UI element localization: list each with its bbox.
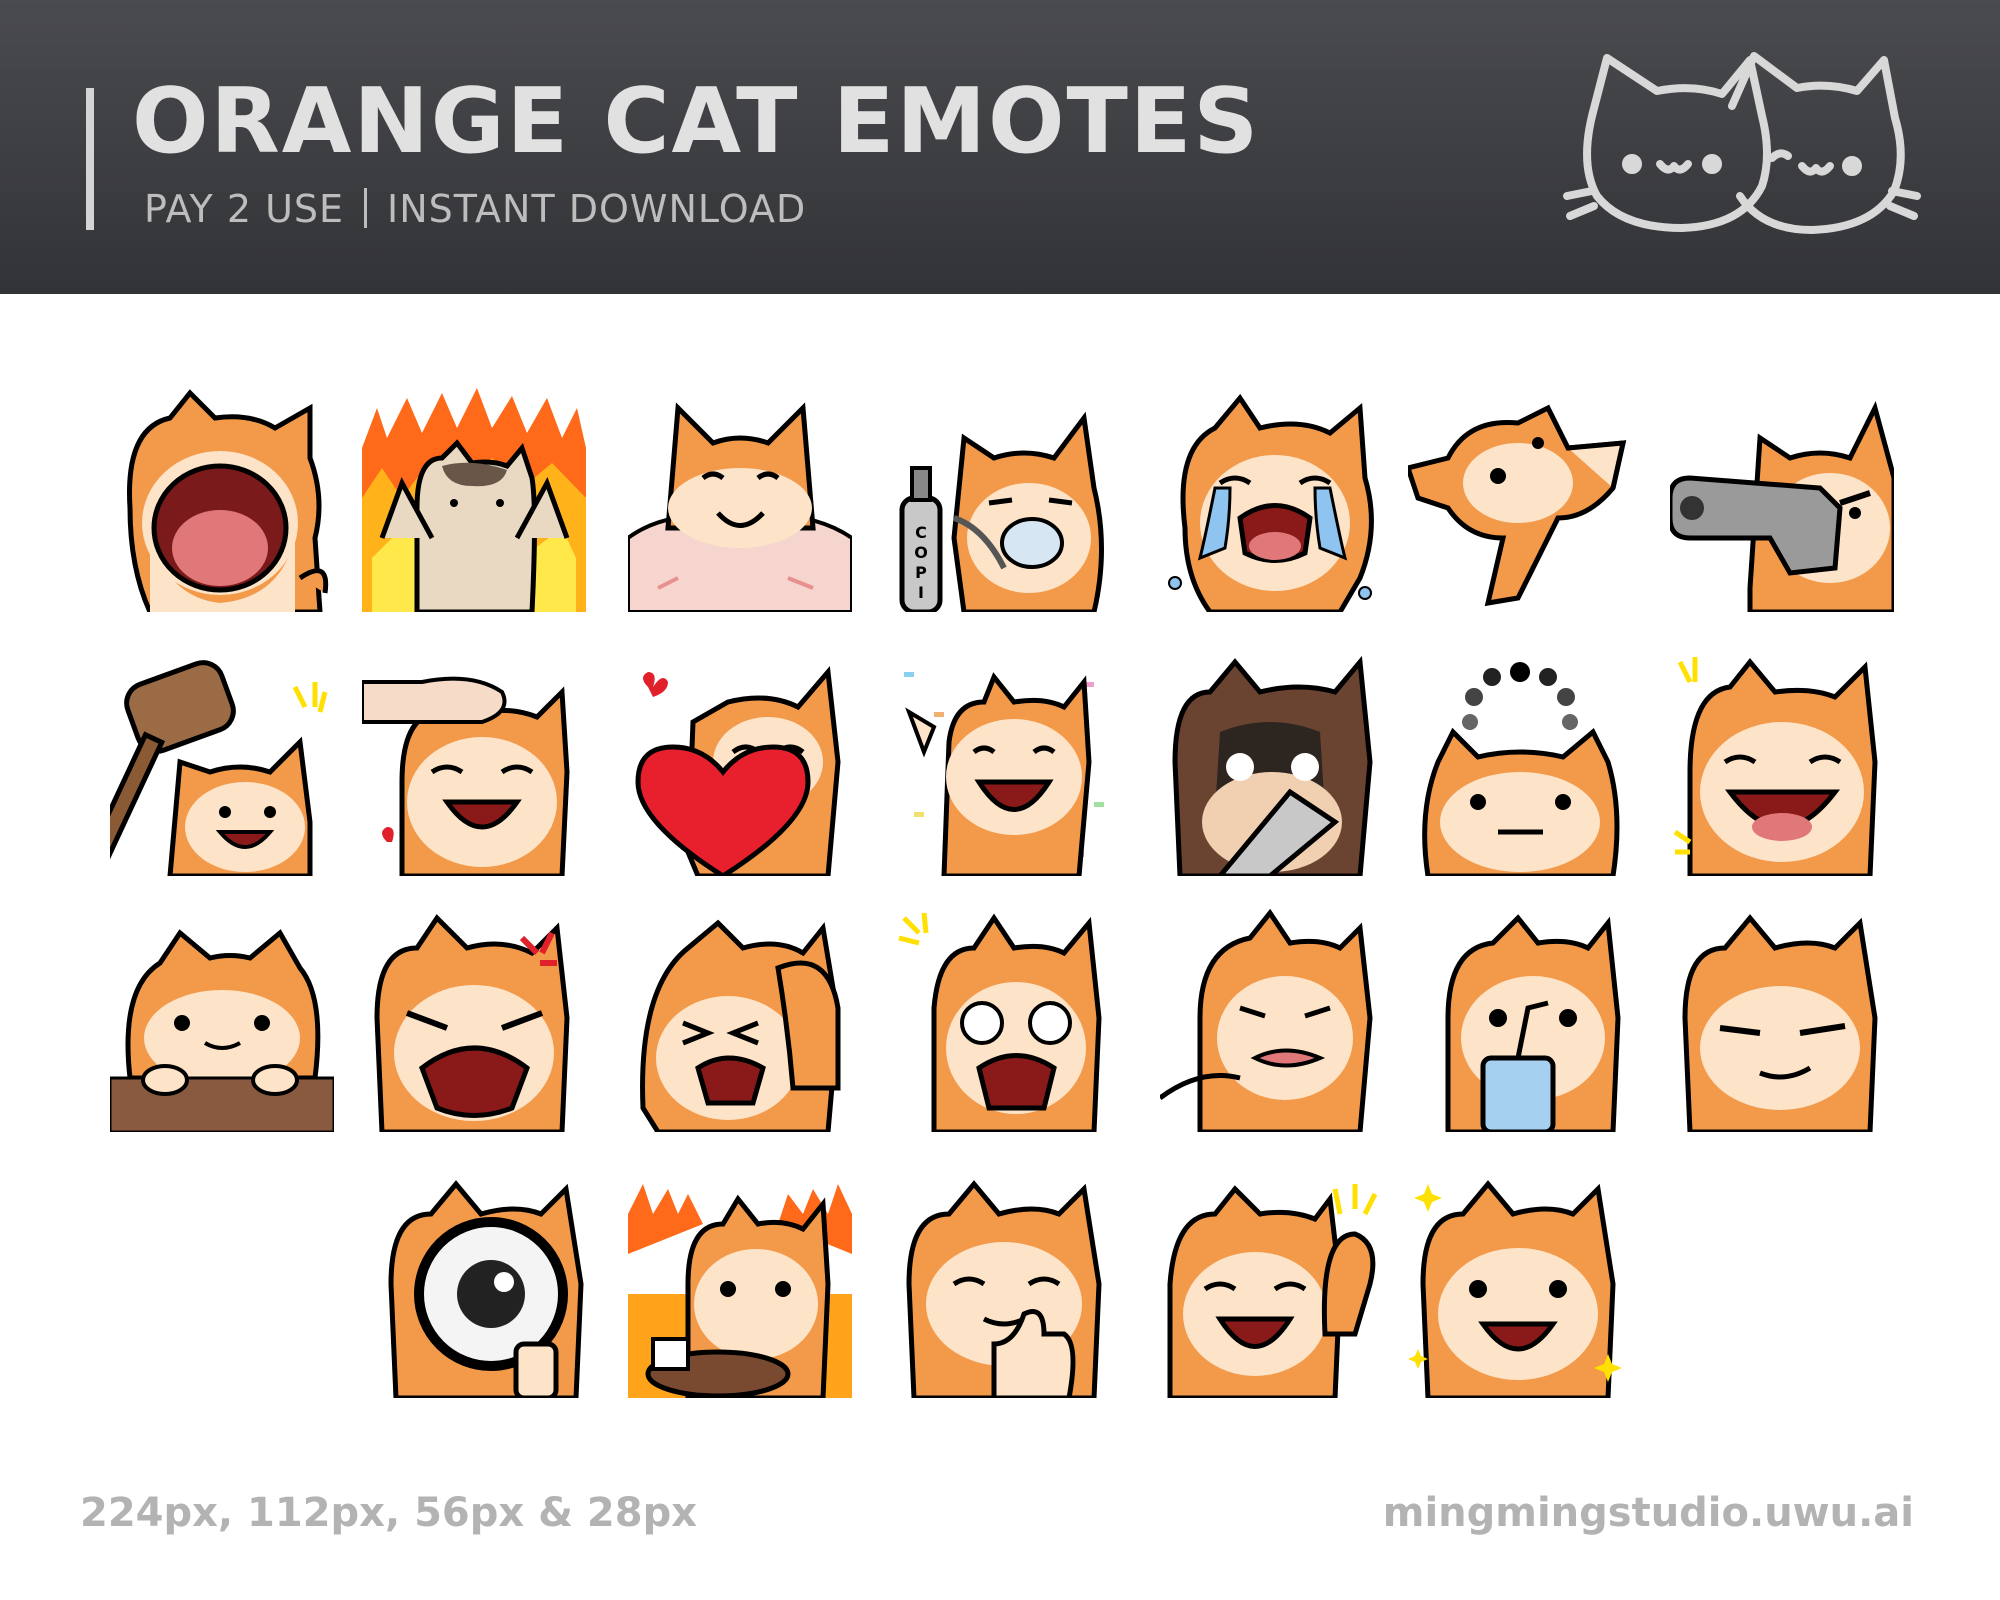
emote-sparkle-cat [1408,1174,1632,1398]
emote-waving-cat [1160,1174,1384,1398]
emote-screaming-cat [110,388,334,612]
emote-this-is-fine-cat [628,1174,852,1398]
website-link[interactable]: mingmingstudio.uwu.ai [1383,1490,1914,1536]
emote-disgusted-cat [1160,908,1384,1132]
svg-text:I: I [918,583,924,602]
emote-laughing-cat [1670,652,1894,876]
emote-angry-cat [362,908,586,1132]
emote-confetti-cat [894,652,1118,876]
emote-bonk-cat [110,652,334,876]
emote-crying-cat [1160,388,1384,612]
emote-shocked-cat [894,908,1118,1132]
emote-blanket-cat [628,388,852,612]
emote-facepalm-cat [628,908,852,1132]
emote-copium-cat: C O P I [894,388,1118,612]
svg-text:O: O [914,543,928,562]
emote-gun-cat [1670,388,1894,612]
emote-lying-cat [1408,388,1632,612]
svg-text:P: P [915,563,927,582]
emote-peeking-cat [110,908,334,1132]
emote-magnifier-cat [376,1174,600,1398]
available-sizes: 224px, 112px, 56px & 28px [80,1490,698,1536]
emote-thumbs-up-cat [894,1174,1118,1398]
emote-smug-cat [1670,908,1894,1132]
emote-grid: C O P I [0,0,2000,1600]
emote-headpat-cat [362,652,586,876]
copium-label: C [915,523,927,542]
emote-knife-cat [1160,652,1384,876]
emote-heart-cat [628,652,852,876]
emote-drinking-cat [1408,908,1632,1132]
emote-loading-cat [1408,652,1632,876]
emote-fire-cat [362,388,586,612]
